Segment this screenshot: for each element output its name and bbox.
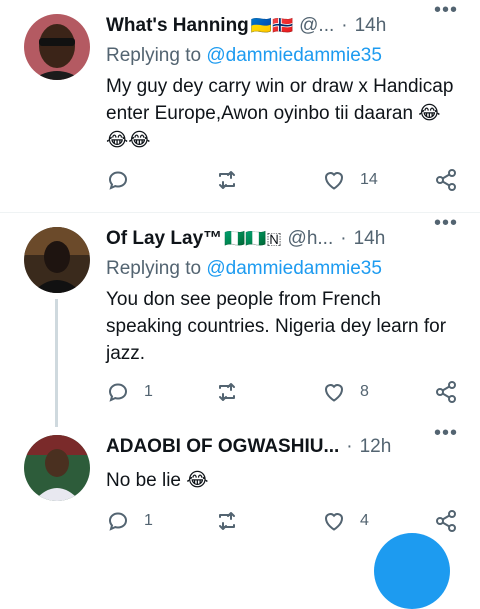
user-handle[interactable]: @h... [288, 228, 334, 250]
tweet-text: My guy dey carry win or draw x Handicap … [106, 76, 454, 151]
avatar[interactable] [24, 227, 90, 293]
replying-to: Replying to @dammiedammie35 [106, 258, 382, 280]
reply-button[interactable]: 1 [106, 509, 153, 533]
tweet-2[interactable]: Of Lay Lay™ 🇳🇬🇳🇬🇳 @h... · 14h ••• Replyi… [0, 213, 480, 427]
tweet-actions: 1 8 [0, 380, 480, 410]
retweet-button[interactable] [215, 509, 239, 533]
display-name[interactable]: Of Lay Lay™ [106, 228, 222, 250]
tweet-actions: 14 [0, 168, 480, 198]
reply-button[interactable]: 1 [106, 380, 153, 404]
compose-button[interactable] [374, 533, 450, 609]
more-icon[interactable]: ••• [434, 0, 458, 20]
name-flags: 🇳🇬🇳🇬🇳 [224, 229, 282, 248]
tweet-text: No be lie 😂 [106, 470, 209, 491]
display-name[interactable]: ADAOBI OF OGWASHIU... [106, 436, 339, 458]
mention-link[interactable]: @dammiedammie35 [206, 45, 382, 66]
share-icon [436, 381, 456, 403]
tweet-1[interactable]: What's Hanning 🇺🇦🇳🇴 @... · 14h ••• Reply… [0, 0, 480, 212]
retweet-icon [219, 171, 235, 189]
reply-button[interactable] [106, 168, 144, 192]
retweet-button[interactable] [215, 380, 239, 404]
like-count: 14 [360, 171, 378, 188]
like-button[interactable]: 4 [322, 509, 369, 533]
avatar[interactable] [24, 14, 90, 80]
timestamp[interactable]: 14h [354, 228, 386, 250]
like-count: 8 [360, 383, 369, 400]
reply-icon [108, 383, 128, 402]
display-name[interactable]: What's Hanning [106, 15, 249, 37]
share-icon [436, 169, 456, 191]
separator-dot: · [340, 228, 347, 249]
reply-icon [108, 171, 128, 190]
reply-count: 1 [144, 383, 153, 400]
share-button[interactable] [434, 509, 458, 533]
retweet-icon [219, 512, 235, 530]
retweet-icon [219, 383, 235, 401]
share-button[interactable] [434, 168, 458, 192]
more-icon[interactable]: ••• [434, 423, 458, 443]
heart-icon [324, 172, 344, 190]
timestamp[interactable]: 12h [360, 436, 392, 458]
user-handle[interactable]: @... [299, 15, 334, 37]
like-count: 4 [360, 512, 369, 529]
name-flags: 🇺🇦🇳🇴 [250, 16, 294, 35]
separator-dot: · [341, 15, 348, 36]
share-icon [436, 510, 456, 532]
like-button[interactable]: 14 [322, 168, 378, 192]
timestamp[interactable]: 14h [355, 15, 387, 37]
reply-count: 1 [144, 512, 153, 529]
more-icon[interactable]: ••• [434, 213, 458, 233]
replying-to-label: Replying to [106, 258, 202, 279]
share-button[interactable] [434, 380, 458, 404]
heart-icon [324, 513, 344, 531]
heart-icon [324, 384, 344, 402]
separator-dot: · [346, 436, 353, 457]
reply-icon [108, 512, 128, 531]
avatar[interactable] [24, 435, 90, 501]
retweet-button[interactable] [215, 168, 239, 192]
like-button[interactable]: 8 [322, 380, 369, 404]
replying-to-label: Replying to [106, 45, 202, 66]
replying-to: Replying to @dammiedammie35 [106, 45, 382, 67]
tweet-text: You don see people from French speaking … [106, 289, 447, 364]
mention-link[interactable]: @dammiedammie35 [206, 258, 382, 279]
